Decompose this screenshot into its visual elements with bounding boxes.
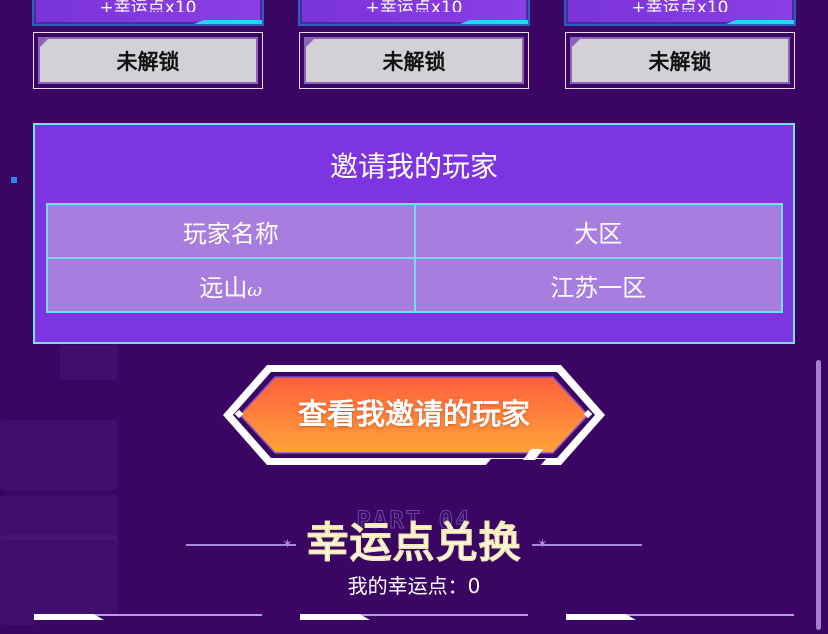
locked-button-frame: 未解锁 <box>33 32 263 89</box>
exchange-card[interactable] <box>300 614 528 634</box>
locked-button[interactable]: 未解锁 <box>304 37 524 84</box>
region-cell: 江苏一区 <box>413 257 783 313</box>
exchange-card[interactable] <box>566 614 794 634</box>
table-row: 远山ω 江苏一区 <box>46 257 783 313</box>
table-header-row: 玩家名称 大区 <box>46 203 783 259</box>
lucky-points-value: 0 <box>467 574 481 598</box>
background-decoration <box>60 345 118 380</box>
decoration-dot <box>11 177 17 183</box>
reward-card-accent <box>726 20 794 24</box>
locked-button[interactable]: 未解锁 <box>570 37 790 84</box>
background-decoration <box>0 420 118 490</box>
inviter-table: 玩家名称 大区 远山ω 江苏一区 <box>46 203 783 313</box>
exchange-card[interactable] <box>34 614 262 634</box>
view-invited-players-button[interactable]: 查看我邀请的玩家 <box>221 363 607 467</box>
lucky-points-label: 我的幸运点： <box>347 574 468 598</box>
reward-card-accent <box>194 20 262 24</box>
reward-label: +幸运点x10 <box>365 0 463 12</box>
locked-button-frame: 未解锁 <box>299 32 529 89</box>
reward-card-accent <box>460 20 528 24</box>
locked-button-frame: 未解锁 <box>565 32 795 89</box>
column-header-player-name: 玩家名称 <box>46 203 416 259</box>
column-header-region: 大区 <box>413 203 783 259</box>
reward-label: +幸运点x10 <box>99 0 197 12</box>
section-title: 幸运点兑换 <box>0 518 828 568</box>
invited-by-panel: 邀请我的玩家 玩家名称 大区 远山ω 江苏一区 <box>33 123 795 344</box>
player-name: 远山 <box>199 273 248 302</box>
reward-label: +幸运点x10 <box>631 0 729 12</box>
lucky-points-display: 我的幸运点：0 <box>0 574 828 598</box>
player-name-suffix: ω <box>247 279 263 301</box>
player-name-cell: 远山ω <box>46 257 416 313</box>
scrollbar-thumb[interactable] <box>816 360 821 630</box>
panel-title: 邀请我的玩家 <box>329 150 498 183</box>
locked-button[interactable]: 未解锁 <box>38 37 258 84</box>
view-invited-players-label: 查看我邀请的玩家 <box>297 397 530 431</box>
